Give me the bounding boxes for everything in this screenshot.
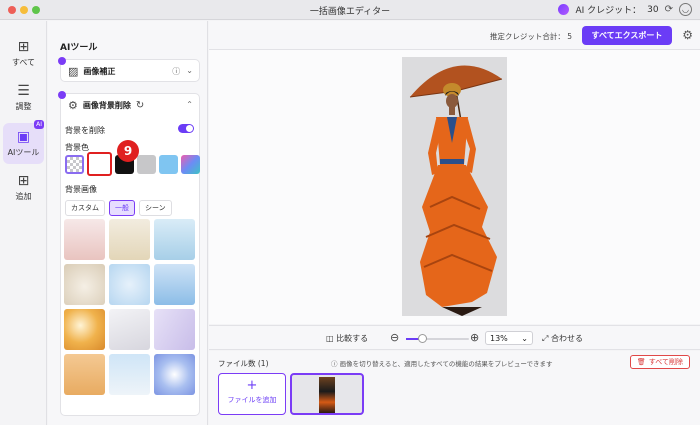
estimated-credits: 推定クレジット合計： 5 bbox=[489, 32, 572, 41]
file-note: ⓘ 画像を切り替えると、適用したすべての機能の結果をプレビューできます bbox=[331, 358, 553, 368]
bg-remove-label: 画像背景削除 bbox=[82, 100, 131, 110]
credit-display: AI クレジット： 30 ⟳ ◡ bbox=[558, 3, 692, 16]
compare-label: 比較する bbox=[336, 334, 369, 343]
bg-thumbnail[interactable] bbox=[154, 219, 195, 260]
bg-image-grid bbox=[64, 219, 195, 395]
plus-icon: + bbox=[246, 378, 258, 393]
tab-custom[interactable]: カスタム bbox=[65, 200, 105, 216]
bg-thumbnail[interactable] bbox=[109, 354, 150, 395]
sliders-icon: ☰ bbox=[17, 83, 30, 99]
file-thumbnail-image bbox=[319, 377, 335, 413]
info-icon[interactable]: ⓘ bbox=[172, 66, 180, 77]
zoom-slider-knob[interactable] bbox=[417, 334, 427, 343]
file-thumbnail[interactable] bbox=[290, 373, 364, 415]
zoom-slider[interactable] bbox=[406, 334, 469, 343]
enhance-card[interactable]: ▨ 画像補正 ⓘ ⌄ bbox=[58, 57, 200, 82]
remove-bg-label: 背景を削除 bbox=[65, 126, 105, 135]
preview-canvas bbox=[209, 50, 700, 324]
rail-item-adjust[interactable]: ☰ 調整 bbox=[0, 83, 47, 112]
bg-thumbnail[interactable] bbox=[154, 354, 195, 395]
add-file-label: ファイルを追加 bbox=[227, 396, 277, 404]
info-icon: ⓘ bbox=[331, 360, 338, 368]
bg-remove-header[interactable]: ⚙ 画像背景削除 ↻ ⌃ bbox=[61, 94, 199, 116]
bg-remove-card: ⚙ 画像背景削除 ↻ ⌃ 背景を削除 背景色 9 背景画像 カスタム 一般 シー… bbox=[58, 91, 200, 416]
chevron-down-icon[interactable]: ⌄ bbox=[186, 66, 193, 77]
fashion-model-image bbox=[402, 57, 507, 316]
tool-panel: AIツール ▨ 画像補正 ⓘ ⌄ ⚙ 画像背景削除 ↻ ⌃ 背景を削除 背景色 … bbox=[48, 21, 208, 425]
fit-label: 合わせる bbox=[550, 334, 583, 343]
trash-icon: 🗑 bbox=[636, 358, 646, 366]
bg-thumbnail[interactable] bbox=[64, 264, 105, 305]
fit-icon: ⤢ bbox=[542, 334, 549, 343]
left-rail: ⊞ すべて ☰ 調整 AI ▣ AIツール ⊞ 追加 bbox=[0, 21, 47, 425]
plus-square-icon: ⊞ bbox=[17, 173, 30, 189]
enhance-icon: ▨ bbox=[68, 64, 79, 78]
zoom-bar: ◫ 比較する ⊖ ⊕ 13% ⌄ ⤢ 合わせる bbox=[209, 325, 700, 350]
canvas-toolbar: 推定クレジット合計： 5 すべてエクスポート ⚙ bbox=[209, 21, 700, 50]
delete-all-button[interactable]: 🗑 すべて削除 bbox=[629, 355, 690, 369]
preview-image bbox=[402, 57, 507, 316]
swatch-white[interactable] bbox=[87, 152, 112, 176]
rail-item-all[interactable]: ⊞ すべて bbox=[0, 39, 47, 68]
rail-item-label: 調整 bbox=[15, 102, 32, 111]
remove-bg-toggle[interactable] bbox=[178, 124, 194, 133]
bg-remove-icon: ⚙ bbox=[68, 98, 78, 112]
rail-item-add[interactable]: ⊞ 追加 bbox=[0, 173, 47, 202]
bg-image-tabs: カスタム 一般 シーン bbox=[65, 200, 172, 216]
bg-thumbnail[interactable] bbox=[64, 309, 105, 350]
bg-thumbnail[interactable] bbox=[154, 309, 195, 350]
compare-icon: ◫ bbox=[326, 334, 334, 343]
swatch-transparent[interactable] bbox=[65, 155, 84, 174]
refresh-icon[interactable]: ⟳ bbox=[665, 4, 673, 15]
chevron-up-icon[interactable]: ⌃ bbox=[186, 100, 193, 109]
bg-thumbnail[interactable] bbox=[109, 264, 150, 305]
rail-item-label: AIツール bbox=[7, 148, 40, 157]
bg-image-label: 背景画像 bbox=[65, 185, 97, 194]
file-count: ファイル数 (1) bbox=[218, 359, 269, 368]
rail-item-ai-tools[interactable]: AI ▣ AIツール bbox=[3, 120, 44, 164]
app-window: 一括画像エディター AI クレジット： 30 ⟳ ◡ ⊞ すべて ☰ 調整 AI… bbox=[0, 0, 700, 425]
add-file-button[interactable]: + ファイルを追加 bbox=[218, 373, 286, 415]
rail-item-label: 追加 bbox=[15, 192, 32, 201]
bg-thumbnail[interactable] bbox=[64, 219, 105, 260]
enhance-label: 画像補正 bbox=[83, 66, 116, 76]
file-bar: ファイル数 (1) ⓘ 画像を切り替えると、適用したすべての機能の結果をプレビュ… bbox=[209, 351, 700, 425]
swatch-gradient[interactable] bbox=[181, 155, 200, 174]
panel-title: AIツール bbox=[60, 43, 98, 53]
enhance-header[interactable]: ▨ 画像補正 ⓘ ⌄ bbox=[61, 60, 199, 82]
zoom-value: 13% bbox=[490, 333, 508, 343]
credit-label: AI クレジット： bbox=[575, 6, 642, 16]
settings-icon[interactable]: ⚙ bbox=[682, 28, 693, 42]
ai-badge: AI bbox=[34, 120, 44, 129]
credit-value: 30 bbox=[647, 4, 659, 15]
ai-credit-icon bbox=[558, 4, 570, 15]
delete-all-label: すべて削除 bbox=[648, 358, 683, 366]
fit-button[interactable]: ⤢ 合わせる bbox=[542, 333, 583, 344]
chevron-down-icon: ⌄ bbox=[521, 333, 528, 343]
rail-item-label: すべて bbox=[11, 58, 36, 67]
compare-button[interactable]: ◫ 比較する bbox=[326, 333, 368, 344]
account-icon[interactable]: ◡ bbox=[679, 3, 692, 16]
zoom-select[interactable]: 13% ⌄ bbox=[485, 331, 533, 345]
zoom-in-icon[interactable]: ⊕ bbox=[470, 331, 479, 344]
bg-thumbnail[interactable] bbox=[64, 354, 105, 395]
tab-scene[interactable]: シーン bbox=[139, 200, 172, 216]
title-bar: 一括画像エディター AI クレジット： 30 ⟳ ◡ bbox=[0, 0, 700, 20]
reset-icon[interactable]: ↻ bbox=[136, 100, 144, 111]
bg-color-label: 背景色 bbox=[65, 143, 89, 152]
step-badge: 9 bbox=[117, 140, 139, 162]
ai-icon: ▣ bbox=[16, 129, 31, 145]
export-all-button[interactable]: すべてエクスポート bbox=[582, 26, 672, 45]
zoom-out-icon[interactable]: ⊖ bbox=[390, 331, 399, 344]
swatch-gray[interactable] bbox=[137, 155, 156, 174]
swatch-blue[interactable] bbox=[159, 155, 178, 174]
tab-general[interactable]: 一般 bbox=[109, 200, 135, 216]
bg-thumbnail[interactable] bbox=[109, 309, 150, 350]
bg-thumbnail[interactable] bbox=[154, 264, 195, 305]
file-note-text: 画像を切り替えると、適用したすべての機能の結果をプレビューできます bbox=[339, 360, 553, 368]
grid-icon: ⊞ bbox=[17, 39, 30, 55]
bg-thumbnail[interactable] bbox=[109, 219, 150, 260]
